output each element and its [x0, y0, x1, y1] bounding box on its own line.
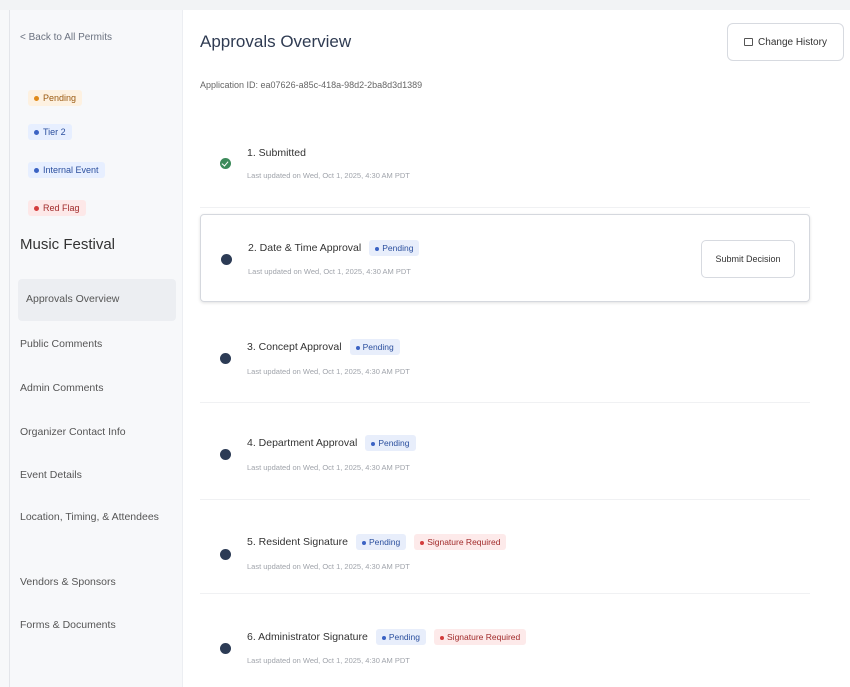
- step-updated: Last updated on Wed, Oct 1, 2025, 4:30 A…: [247, 656, 410, 665]
- step-header: 4. Department Approval Pending: [247, 435, 416, 451]
- badge-label: Signature Required: [447, 632, 521, 642]
- status-dot-icon: [220, 643, 231, 654]
- nav-item-admin-comments[interactable]: Admin Comments: [20, 381, 176, 396]
- step-updated: Last updated on Wed, Oct 1, 2025, 4:30 A…: [247, 463, 410, 472]
- approval-step-administrator-signature: 6. Administrator Signature Pending Signa…: [200, 599, 810, 687]
- step-updated: Last updated on Wed, Oct 1, 2025, 4:30 A…: [247, 367, 410, 376]
- step-updated: Last updated on Wed, Oct 1, 2025, 4:30 A…: [248, 267, 411, 276]
- badge-label: Pending: [382, 243, 414, 253]
- sidebar: < Back to All Permits Pending Tier 2 Int…: [0, 10, 183, 687]
- approval-step-date-time: 2. Date & Time Approval Pending Last upd…: [200, 214, 810, 302]
- badge-label: Pending: [362, 342, 394, 352]
- tag-dot-icon: [34, 168, 39, 174]
- step-title: 2. Date & Time Approval: [248, 242, 362, 254]
- nav-item-approvals-overview[interactable]: Approvals Overview: [18, 279, 176, 321]
- nav-item-organizer-contact[interactable]: Organizer Contact Info: [20, 425, 176, 440]
- application-id: Application ID: ea07626-a85c-418a-98d2-2…: [200, 80, 423, 90]
- signature-required-badge: Signature Required: [414, 534, 507, 550]
- tag-dot-icon: [34, 96, 39, 102]
- change-history-label: Change History: [758, 36, 827, 48]
- badge-dot-icon: [440, 635, 445, 640]
- step-title: 6. Administrator Signature: [247, 631, 368, 643]
- step-title: 4. Department Approval: [247, 437, 358, 449]
- tag-red-flag: Red Flag: [28, 200, 86, 216]
- badge-dot-icon: [361, 540, 366, 545]
- approval-step-department: 4. Department Approval Pending Last upda…: [200, 412, 810, 500]
- tag-dot-icon: [34, 206, 39, 212]
- step-header: 5. Resident Signature Pending Signature …: [247, 534, 507, 550]
- step-title: 5. Resident Signature: [247, 536, 348, 548]
- step-title: 3. Concept Approval: [247, 341, 342, 353]
- app-window: < Back to All Permits Pending Tier 2 Int…: [0, 0, 850, 687]
- status-dot-icon: [220, 353, 231, 364]
- nav-item-location-timing[interactable]: Location, Timing, & Attendees: [20, 510, 176, 525]
- top-strip: [0, 0, 850, 10]
- status-badge: Pending: [365, 435, 416, 451]
- nav-item-label: Approvals Overview: [26, 293, 120, 305]
- tag-label: Internal Event: [43, 165, 99, 175]
- status-badge: Pending: [375, 629, 427, 645]
- status-badge: Pending: [349, 339, 400, 355]
- step-header: 6. Administrator Signature Pending Signa…: [247, 629, 527, 645]
- badge-label: Pending: [378, 438, 410, 448]
- status-dot-icon: [220, 549, 231, 560]
- check-circle-icon: [220, 158, 231, 169]
- badge-dot-icon: [371, 441, 376, 446]
- badge-dot-icon: [355, 345, 360, 350]
- status-dot-icon: [220, 449, 231, 460]
- nav-item-vendors-sponsors[interactable]: Vendors & Sponsors: [20, 575, 176, 590]
- tag-pending: Pending: [28, 90, 83, 106]
- nav-item-event-details[interactable]: Event Details: [20, 468, 176, 483]
- event-name: Music Festival: [20, 236, 116, 253]
- approval-step-resident-signature: 5. Resident Signature Pending Signature …: [200, 506, 810, 594]
- signature-required-badge: Signature Required: [434, 629, 527, 645]
- nav-item-public-comments[interactable]: Public Comments: [20, 337, 176, 352]
- approval-step-submitted: 1. Submitted Last updated on Wed, Oct 1,…: [200, 120, 810, 208]
- status-badge: Pending: [369, 240, 420, 256]
- badge-dot-icon: [375, 246, 380, 251]
- step-header: 1. Submitted: [247, 147, 306, 159]
- change-history-button[interactable]: Change History: [727, 23, 844, 61]
- badge-label: Signature Required: [427, 537, 501, 547]
- approval-step-concept: 3. Concept Approval Pending Last updated…: [200, 315, 810, 403]
- tag-label: Red Flag: [43, 203, 80, 213]
- step-updated: Last updated on Wed, Oct 1, 2025, 4:30 A…: [247, 171, 410, 180]
- page-title: Approvals Overview: [200, 32, 352, 51]
- step-title: 1. Submitted: [247, 147, 306, 159]
- tag-internal-event: Internal Event: [28, 162, 105, 178]
- step-header: 2. Date & Time Approval Pending: [248, 240, 420, 256]
- tag-label: Pending: [43, 93, 77, 103]
- badge-dot-icon: [420, 540, 425, 545]
- history-icon: [744, 38, 754, 46]
- sidebar-rail: [9, 10, 10, 687]
- back-to-permits-link[interactable]: < Back to All Permits: [20, 32, 112, 43]
- step-header: 3. Concept Approval Pending: [247, 339, 400, 355]
- tag-tier: Tier 2: [28, 124, 72, 140]
- status-dot-icon: [221, 254, 232, 265]
- badge-label: Pending: [388, 632, 421, 642]
- tag-dot-icon: [34, 130, 39, 136]
- badge-label: Pending: [368, 537, 401, 547]
- tag-label: Tier 2: [43, 127, 66, 137]
- step-updated: Last updated on Wed, Oct 1, 2025, 4:30 A…: [247, 562, 410, 571]
- nav-item-forms-documents[interactable]: Forms & Documents: [20, 618, 176, 633]
- badge-dot-icon: [381, 635, 386, 640]
- submit-decision-button[interactable]: Submit Decision: [701, 240, 795, 278]
- status-badge: Pending: [355, 534, 407, 550]
